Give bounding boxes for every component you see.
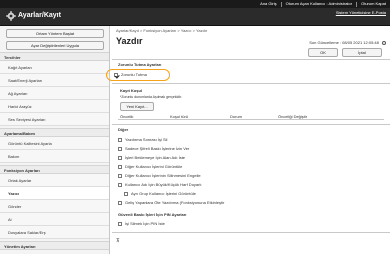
main-panel: Ayarlar/Kayıt > Fonksiyon Ayarları > Yaz…	[112, 26, 390, 254]
option-label: Diğer Kullanıcı İşlerinin Silinmesini En…	[125, 173, 201, 178]
checkbox-icon[interactable]	[118, 183, 122, 187]
mail-admin-link[interactable]: Sistem Yöneticisine E-Posta	[336, 10, 386, 16]
sidebar-section-management: Yönetim Ayarları	[0, 241, 109, 250]
breadcrumb: Ayarlar/Kayıt > Fonksiyon Ayarları > Yaz…	[116, 28, 208, 33]
col-condition-type: Koşul türü	[170, 114, 189, 119]
cancel-button[interactable]: İptal	[342, 48, 382, 57]
option-label: İşleri Beklemeye İçin Alan Adı İste	[125, 155, 186, 160]
checkbox-icon[interactable]	[118, 165, 122, 169]
portal-button[interactable]: Ortam Yöntem Başlat	[6, 29, 104, 38]
new-record-button[interactable]: Yeni Kayıt...	[120, 102, 154, 111]
app-title: Ayarlar/Kayıt	[18, 12, 61, 19]
record-condition-title: Kayıt Koşul	[120, 88, 143, 93]
sidebar-section-function: Fonksiyon Ayarları	[0, 165, 109, 174]
option-pull-print[interactable]: Geliş Yapanlara Öte Yazdırma (Fonksiyonu…	[118, 200, 224, 206]
option-encrypted-only[interactable]: Sadece Şifreli Baskı İşlerine İzin Ver	[118, 146, 189, 152]
refresh-icon[interactable]	[382, 40, 386, 45]
conditions-table-header: Öncelik Koşul türü Durum Önceliği Değişt…	[118, 113, 384, 120]
forced-hold-section-title: Zorunlu Tutma Ayarları	[118, 62, 162, 67]
sidebar-item-volume[interactable]: Ses Seviyesi Ayarları	[0, 113, 109, 126]
option-label: İşi Silmek İçin PIN İste	[125, 221, 165, 226]
option-label: Diğer Kullanıcı İşlerini Görüntüle	[125, 164, 183, 169]
col-status: Durum	[230, 114, 243, 119]
ok-button[interactable]: OK	[308, 48, 338, 57]
app-header: Ayarlar/Kayıt Sistem Yöneticisine E-Post…	[0, 8, 390, 26]
sidebar-item-image-quality[interactable]: Görüntü Kalitesini Ayarla	[0, 137, 109, 150]
option-require-pin[interactable]: İşi Silmek İçin PIN İste	[118, 221, 165, 227]
divider	[112, 83, 390, 84]
page-title: Yazdır	[116, 36, 143, 46]
secure-print-pin-title: Güvenli Baskı İşleri İçin PIN Ayarları	[118, 212, 187, 217]
logged-in-user: Oturum Açan Kullanıcı : Administrator	[285, 1, 353, 6]
checkbox-icon[interactable]	[118, 147, 122, 151]
col-change-priority: Önceliği Değiştir	[278, 114, 308, 119]
checkbox-icon[interactable]	[118, 222, 122, 226]
checkbox-icon[interactable]	[118, 156, 122, 160]
logout-link[interactable]: Oturum Kapat	[357, 0, 390, 8]
sidebar-item-printer[interactable]: Yazıcı	[0, 187, 109, 200]
option-label: Sadece Şifreli Baskı İşlerine İzin Ver	[125, 146, 190, 151]
checkbox-icon[interactable]	[124, 192, 128, 196]
divider	[112, 124, 390, 125]
divider	[112, 232, 390, 233]
highlight-forced-hold	[106, 69, 170, 81]
sidebar-item-receive[interactable]: Al	[0, 213, 109, 226]
sidebar-item-common[interactable]: Ortak Ayarlar	[0, 174, 109, 187]
option-case-sensitive[interactable]: Kullanıcı Adı İçin Büyük/Küçük Harf Duya…	[118, 182, 201, 188]
record-note: *Zorunlu durumlarda Aşılmak gerçekldir.	[120, 95, 183, 99]
scroll-up-icon[interactable]: ⊼	[116, 238, 120, 244]
checkbox-icon[interactable]	[118, 174, 122, 178]
sidebar-item-paper[interactable]: Kağıt Ayarları	[0, 61, 109, 74]
option-label: Kullanıcı Adı İçin Büyük/Küçük Harf Duya…	[125, 182, 202, 187]
option-show-group-jobs[interactable]: Ayrı Grup Kullanıcı İşlerini Görüntüle	[124, 191, 196, 197]
sidebar-item-network[interactable]: Ağ Ayarları	[0, 87, 109, 100]
gear-icon	[6, 11, 16, 21]
sidebar-section-adjustment: Ayarlama/Bakım	[0, 128, 109, 137]
header-links: Sistem Yöneticisine E-Posta	[336, 10, 386, 16]
checkbox-icon[interactable]	[118, 201, 122, 205]
option-prevent-delete[interactable]: Diğer Kullanıcı İşlerinin Silinmesini En…	[118, 173, 201, 179]
sidebar-item-send[interactable]: Gönder	[0, 200, 109, 213]
sidebar-item-timer-energy[interactable]: Saat/Enerji Ayarları	[0, 74, 109, 87]
sidebar: Ortam Yöntem Başlat Ayar Değiştirilenler…	[0, 26, 110, 254]
last-update: Son Güncelleme : 08/05 2021 12:05:48	[309, 40, 386, 45]
option-require-domain[interactable]: İşleri Beklemeye İçin Alan Adı İste	[118, 155, 185, 161]
option-label: Geliş Yapanlara Öte Yazdırma (Fonksiyonu…	[125, 200, 225, 205]
option-label: Yazdırma Sonrası İşi Sil	[125, 137, 168, 142]
sidebar-section-preferences: Tercihler	[0, 52, 109, 61]
home-link[interactable]: Ana Giriş	[256, 0, 280, 8]
apply-changes-button[interactable]: Ayar Değiştirilenleri Uygula	[6, 41, 104, 50]
top-bar: Ana Giriş Oturum Açan Kullanıcı : Admini…	[0, 0, 390, 8]
option-label: Ayrı Grup Kullanıcı İşlerini Görüntüle	[131, 191, 196, 196]
other-section-title: Diğer	[118, 127, 129, 132]
col-priority: Öncelik	[120, 114, 134, 119]
option-delete-after-print[interactable]: Yazdırma Sonrası İşi Sil	[118, 137, 167, 143]
checkbox-icon[interactable]	[118, 138, 122, 142]
divider	[112, 59, 390, 60]
sidebar-item-store-access[interactable]: Dosyalara Saklar/Erş	[0, 226, 109, 239]
option-show-other-jobs[interactable]: Diğer Kullanıcı İşlerini Görüntüle	[118, 164, 182, 170]
last-update-text: Son Güncelleme : 08/05 2021 12:05:48	[309, 40, 379, 45]
sidebar-item-external-interface[interactable]: Harici Arayüz	[0, 100, 109, 113]
sidebar-item-maintenance[interactable]: Bakım	[0, 150, 109, 163]
